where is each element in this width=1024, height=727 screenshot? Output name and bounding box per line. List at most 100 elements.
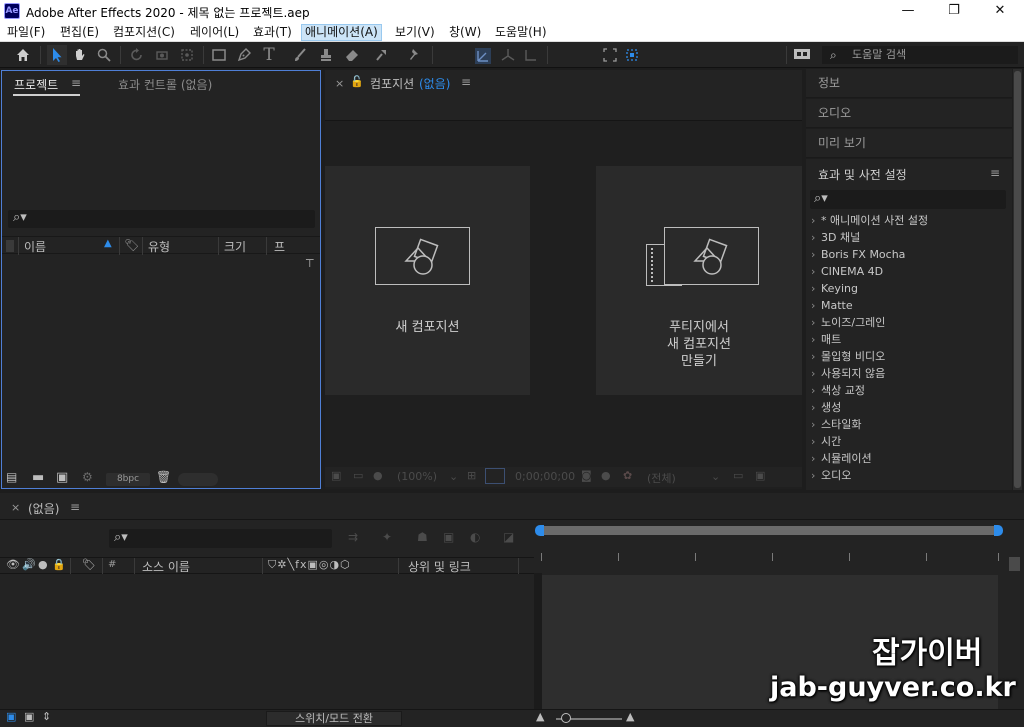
effects-search-input[interactable]: ⌕▾	[810, 190, 1006, 209]
effect-category[interactable]: › * 애니메이션 사전 설정	[811, 212, 928, 229]
trash-icon[interactable]: 🗑	[156, 470, 171, 484]
effect-category[interactable]: › 스타일화	[811, 416, 861, 433]
timeline-search-input[interactable]: ⌕▾	[109, 529, 332, 548]
thumbnail-slider[interactable]	[178, 473, 218, 486]
snap-target-icon[interactable]	[622, 45, 642, 65]
column-source-name[interactable]: 소스 이름	[142, 558, 190, 575]
current-timecode[interactable]: 0;00;00;00	[515, 470, 575, 483]
close-timeline-tab-icon[interactable]: ×	[11, 501, 20, 514]
scrollbar-thumb[interactable]	[1014, 71, 1021, 488]
transparency-grid-icon[interactable]: ▭	[733, 469, 743, 482]
clone-stamp-tool-icon[interactable]	[316, 45, 336, 65]
work-area-bar[interactable]	[535, 525, 1003, 536]
pan-behind-tool-icon[interactable]	[177, 45, 197, 65]
comp-mini-flowchart-icon[interactable]: ⇉	[348, 530, 358, 544]
timeline-panel-menu-icon[interactable]: ≡	[70, 500, 80, 514]
zoom-in-mountain-icon[interactable]: ▲	[626, 710, 634, 723]
solo-icon[interactable]: ●	[38, 558, 48, 571]
close-tab-icon[interactable]: ×	[335, 77, 344, 90]
layer-switches-toggle-icon[interactable]: ▣	[6, 710, 16, 723]
rectangle-tool-icon[interactable]	[209, 45, 229, 65]
hand-tool-icon[interactable]	[70, 45, 90, 65]
rotation-tool-icon[interactable]	[127, 45, 147, 65]
effect-category[interactable]: › CINEMA 4D	[811, 263, 883, 280]
tab-composition[interactable]: 컴포지션	[370, 75, 414, 92]
maximize-button[interactable]: ❐	[939, 2, 969, 20]
effects-presets-title[interactable]: 효과 및 사전 설정	[818, 166, 907, 183]
menu-composition[interactable]: 컴포지션(C)	[110, 24, 178, 41]
frame-blending-icon[interactable]: ▣	[443, 530, 454, 544]
time-zoom-slider-thumb[interactable]	[561, 713, 571, 723]
graph-editor-icon[interactable]: ◪	[503, 530, 514, 544]
view-axis-mode-icon[interactable]	[521, 45, 541, 65]
right-panel-scrollbar[interactable]	[1013, 69, 1022, 490]
motion-blur-icon[interactable]: ◐	[470, 530, 480, 544]
resolution-dropdown[interactable]: (전체)	[647, 470, 676, 486]
project-settings-icon[interactable]: ⚙	[82, 470, 93, 484]
selection-tool-icon[interactable]	[47, 45, 67, 65]
tab-info[interactable]: 정보	[806, 69, 1012, 98]
label-tag-icon[interactable]: 🏷	[124, 238, 139, 252]
grid-icon[interactable]: ⊞	[467, 469, 476, 482]
hide-shy-layers-icon[interactable]: ☗	[417, 530, 428, 544]
tab-project[interactable]: 프로젝트	[14, 76, 58, 93]
zoom-tool-icon[interactable]	[94, 45, 114, 65]
region-of-interest-icon[interactable]	[485, 468, 505, 484]
effect-category[interactable]: › 오디오	[811, 467, 851, 484]
work-area-end-handle[interactable]	[994, 525, 1003, 536]
home-icon[interactable]	[13, 45, 33, 65]
camera-orbit-tool-icon[interactable]	[152, 45, 172, 65]
new-folder-icon[interactable]: ▬	[32, 470, 44, 485]
comp-panel-menu-icon[interactable]: ≡	[461, 75, 471, 89]
project-panel-menu-icon[interactable]: ≡	[71, 76, 81, 90]
mask-visibility-icon[interactable]: ●	[373, 469, 383, 482]
layer-switches-icon[interactable]: ⛉✲╲fx▣◎◑⬡	[268, 558, 351, 572]
column-size[interactable]: 크기	[224, 238, 246, 255]
zoom-dropdown[interactable]: (100%)	[397, 470, 437, 483]
draft-3d-icon[interactable]: ✦	[382, 530, 392, 544]
audio-icon[interactable]: 🔊	[22, 558, 36, 571]
effect-category[interactable]: › 시뮬레이션	[811, 450, 872, 467]
effect-category[interactable]: › 생성	[811, 399, 841, 416]
menu-edit[interactable]: 편집(E)	[57, 24, 102, 41]
local-axis-mode-icon[interactable]	[473, 45, 493, 65]
toggle-switches-modes-button[interactable]: 스위치/모드 전환	[266, 711, 402, 726]
show-snapshot-icon[interactable]: ●	[601, 469, 611, 482]
menu-file[interactable]: 파일(F)	[4, 24, 48, 41]
effect-category[interactable]: › 노이즈/그레인	[811, 314, 885, 331]
effect-category[interactable]: › Matte	[811, 297, 853, 314]
new-composition-card[interactable]: 새 컴포지션	[325, 166, 530, 395]
lock-icon[interactable]: 🔓	[350, 75, 364, 88]
minimize-button[interactable]: —	[893, 2, 923, 20]
snapshot-camera-icon[interactable]: ◙	[581, 469, 592, 482]
effect-category[interactable]: › 색상 교정	[811, 382, 865, 399]
close-button[interactable]: ✕	[985, 2, 1015, 20]
help-search-input[interactable]: ⌕ 도움말 검색	[822, 46, 1018, 64]
interpret-footage-icon[interactable]: ▤	[6, 470, 17, 484]
effect-category[interactable]: › 시간	[811, 433, 841, 450]
pen-tool-icon[interactable]	[234, 45, 254, 65]
color-channels-icon[interactable]: ✿	[623, 469, 632, 482]
views-icon[interactable]: ▣	[755, 469, 765, 482]
layer-number-column[interactable]: #	[108, 559, 116, 570]
video-visibility-icon[interactable]: 👁	[6, 558, 20, 571]
tab-effect-controls[interactable]: 효과 컨트롤 (없음)	[118, 76, 212, 93]
effects-panel-menu-icon[interactable]: ≡	[990, 166, 1000, 180]
work-area-start-handle[interactable]	[535, 525, 544, 536]
world-axis-mode-icon[interactable]	[498, 45, 518, 65]
type-tool-icon[interactable]: T	[259, 45, 279, 65]
effect-category[interactable]: › 사용되지 않음	[811, 365, 885, 382]
comp-button-icon[interactable]	[1009, 557, 1020, 571]
flowchart-icon[interactable]: ⊤	[305, 257, 315, 270]
time-stretch-toggle-icon[interactable]: ⇕	[42, 710, 51, 723]
zoom-out-mountain-icon[interactable]: ▲	[536, 710, 544, 723]
menu-effect[interactable]: 효과(T)	[250, 24, 295, 41]
puppet-pin-tool-icon[interactable]	[404, 45, 424, 65]
always-preview-icon[interactable]: ▣	[331, 469, 341, 482]
tab-preview[interactable]: 미리 보기	[806, 129, 1012, 158]
menu-help[interactable]: 도움말(H)	[492, 24, 550, 41]
lock-icon[interactable]: 🔒	[52, 558, 66, 571]
modes-toggle-icon[interactable]: ▣	[24, 710, 34, 723]
effect-category[interactable]: › 3D 채널	[811, 229, 860, 246]
project-search-input[interactable]: ⌕▾	[8, 210, 315, 228]
